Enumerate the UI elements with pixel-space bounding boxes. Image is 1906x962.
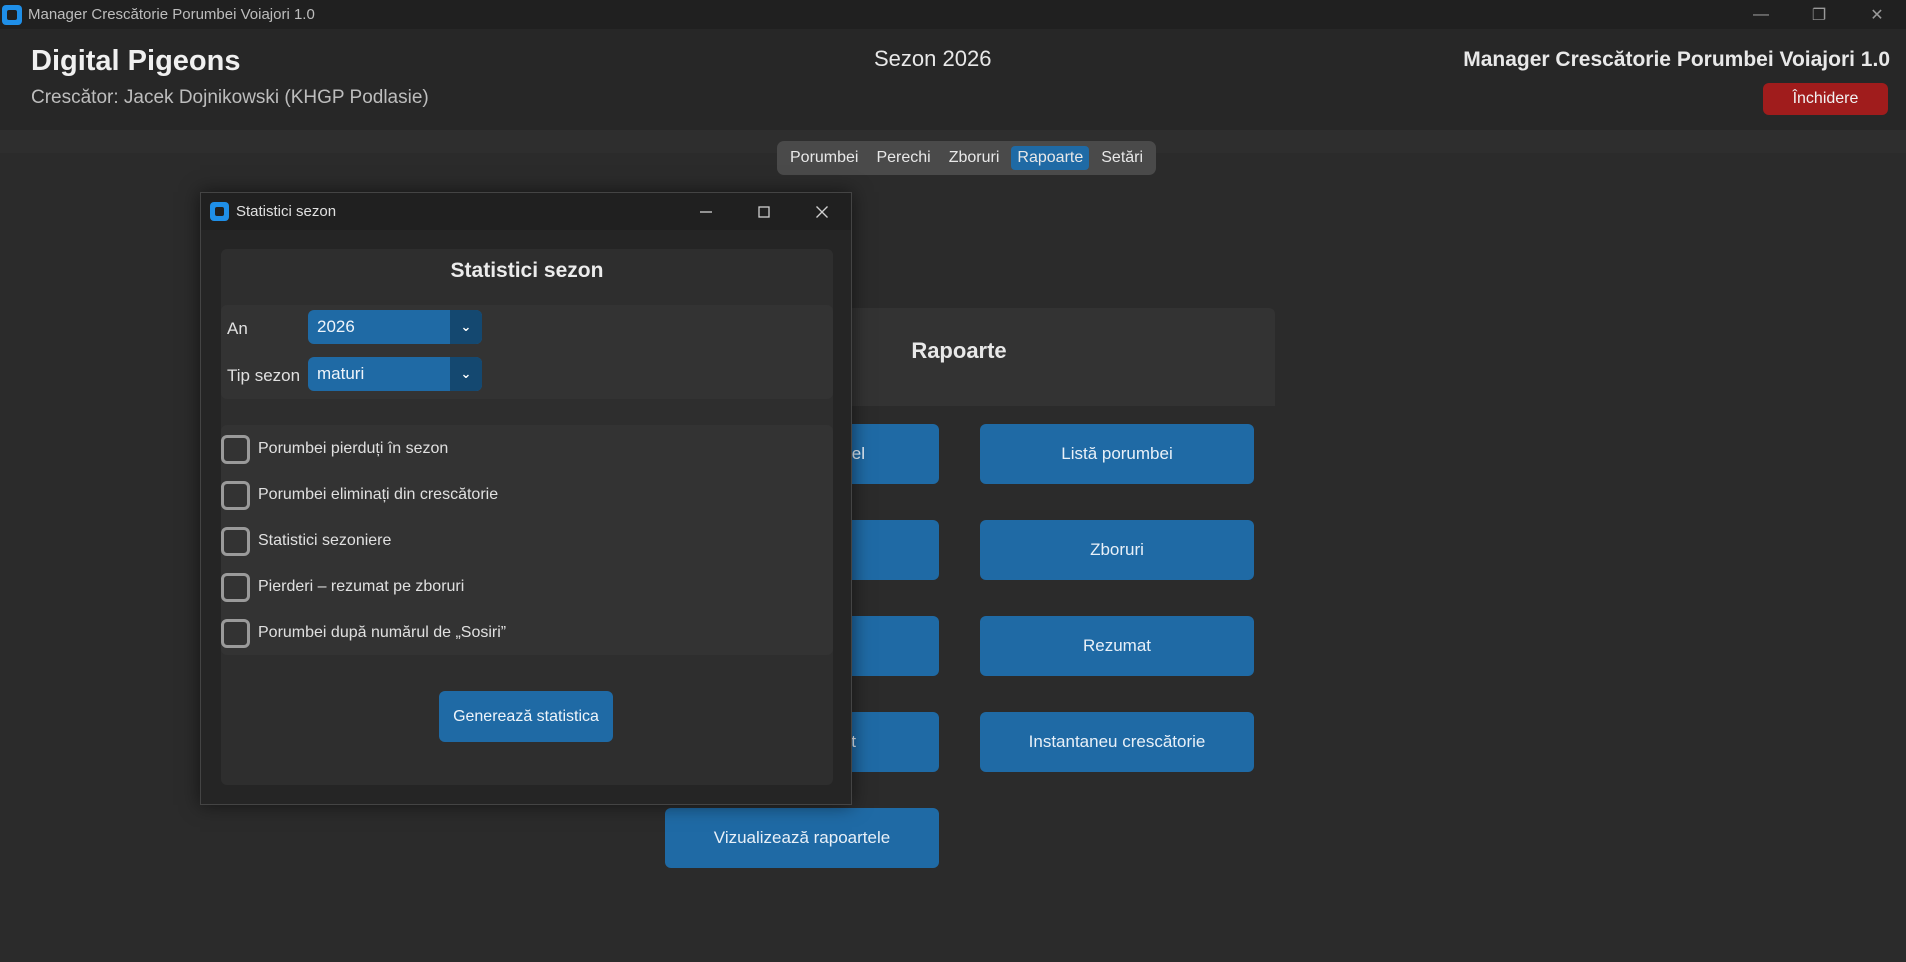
tab-bar: Porumbei Perechi Zboruri Rapoarte Setări	[777, 141, 1157, 175]
window-title: Manager Crescătorie Porumbei Voiajori 1.…	[28, 6, 315, 23]
season-stats-dialog: Statistici sezon Statistici sezon An 202…	[200, 192, 852, 805]
app-name: Manager Crescătorie Porumbei Voiajori 1.…	[1463, 48, 1890, 71]
chevron-down-icon[interactable]: ⌄	[450, 357, 482, 391]
season-type-select[interactable]: maturi ⌄	[308, 357, 482, 391]
view-reports-button[interactable]: Vizualizează rapoartele	[665, 808, 939, 868]
option-label: Porumbei după numărul de „Sosiri”	[258, 624, 507, 641]
year-select[interactable]: 2026 ⌄	[308, 310, 482, 344]
dialog-body: Statistici sezon An 2026 ⌄ Tip sezon mat…	[221, 249, 833, 785]
chevron-down-icon[interactable]: ⌄	[450, 310, 482, 344]
year-value: 2026	[317, 317, 355, 336]
dialog-title: Statistici sezon	[236, 203, 337, 220]
dialog-app-icon	[210, 202, 229, 221]
breeder-info: Crescător: Jacek Dojnikowski (KHGP Podla…	[31, 87, 429, 108]
tab-perechi[interactable]: Perechi	[870, 146, 936, 170]
option-label: Porumbei eliminați din crescătorie	[258, 486, 499, 503]
main-titlebar: Manager Crescătorie Porumbei Voiajori 1.…	[0, 0, 1906, 29]
close-app-button[interactable]: Închidere	[1763, 83, 1888, 115]
season-type-value: maturi	[317, 364, 365, 383]
minimize-icon[interactable]: —	[1732, 0, 1790, 29]
generate-stats-button[interactable]: Generează statistica	[439, 691, 613, 742]
dialog-minimize-icon[interactable]	[677, 193, 735, 230]
checkbox[interactable]	[221, 618, 250, 648]
app-logo-icon	[2, 4, 22, 25]
loft-snapshot-button[interactable]: Instantaneu crescătorie	[980, 712, 1254, 772]
year-label: An	[227, 319, 248, 338]
tab-porumbei[interactable]: Porumbei	[784, 146, 864, 170]
brand-title: Digital Pigeons	[31, 45, 241, 77]
option-lost-pigeons[interactable]: Porumbei pierduți în sezon	[221, 433, 448, 465]
close-icon[interactable]: ✕	[1848, 0, 1906, 29]
flights-report-button[interactable]: Zboruri	[980, 520, 1254, 580]
checkbox[interactable]	[221, 572, 250, 602]
options-section: Porumbei pierduți în sezon Porumbei elim…	[221, 425, 833, 655]
dialog-close-icon[interactable]	[793, 193, 851, 230]
option-label: Pierderi – rezumat pe zboruri	[258, 578, 465, 595]
dialog-heading: Statistici sezon	[450, 259, 604, 282]
option-arrivals[interactable]: Porumbei după numărul de „Sosiri”	[221, 617, 506, 649]
tab-setari[interactable]: Setări	[1095, 146, 1149, 170]
pigeon-list-button[interactable]: Listă porumbei	[980, 424, 1254, 484]
summary-button[interactable]: Rezumat	[980, 616, 1254, 676]
dialog-controls	[677, 193, 851, 230]
filter-section: An 2026 ⌄ Tip sezon maturi ⌄	[221, 305, 833, 399]
option-losses-summary[interactable]: Pierderi – rezumat pe zboruri	[221, 571, 464, 603]
option-season-stats[interactable]: Statistici sezoniere	[221, 525, 391, 557]
dialog-maximize-icon[interactable]	[735, 193, 793, 230]
restore-icon[interactable]: ❐	[1790, 0, 1848, 29]
option-label: Porumbei pierduți în sezon	[258, 440, 449, 457]
season-type-label: Tip sezon	[227, 366, 301, 385]
tab-rapoarte[interactable]: Rapoarte	[1011, 146, 1090, 170]
option-label: Statistici sezoniere	[258, 532, 392, 549]
checkbox[interactable]	[221, 526, 250, 556]
app-header: Digital Pigeons Crescător: Jacek Dojniko…	[0, 29, 1906, 130]
window-controls: — ❐ ✕	[1732, 0, 1906, 29]
option-removed-pigeons[interactable]: Porumbei eliminați din crescătorie	[221, 479, 498, 511]
dialog-titlebar: Statistici sezon	[201, 193, 851, 230]
checkbox[interactable]	[221, 480, 250, 510]
checkbox[interactable]	[221, 434, 250, 464]
season-label: Sezon 2026	[874, 46, 992, 71]
tab-zboruri[interactable]: Zboruri	[943, 146, 1006, 170]
